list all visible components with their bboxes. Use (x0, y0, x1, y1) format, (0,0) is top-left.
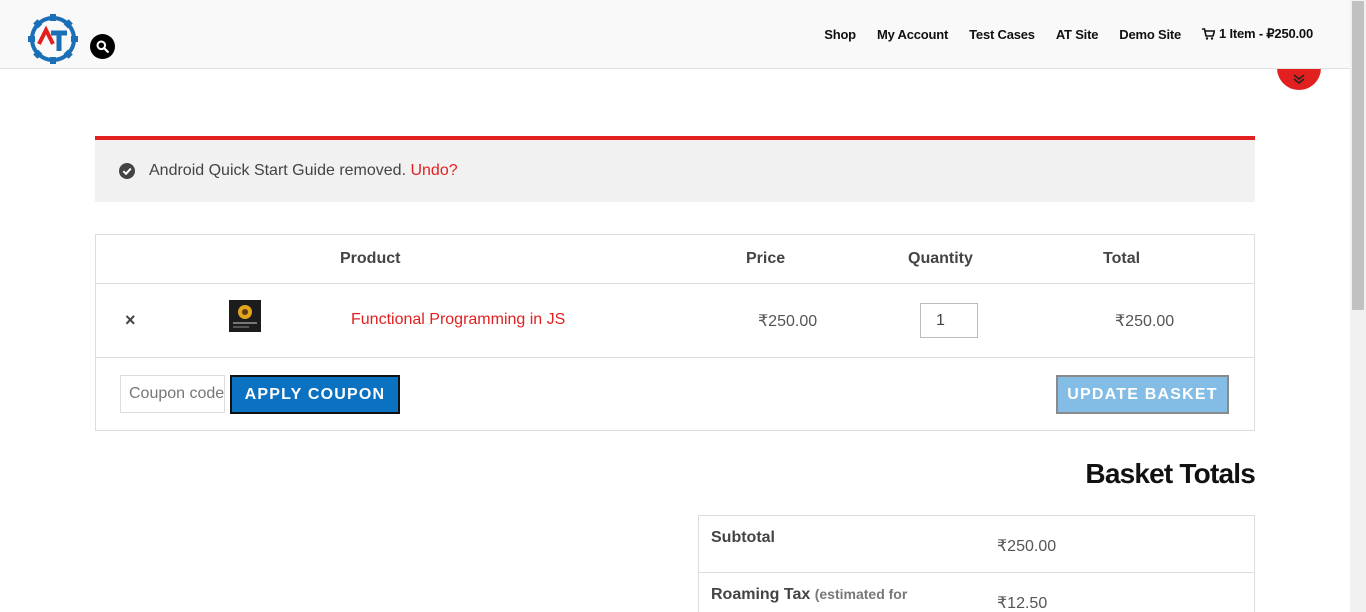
roaming-tax-label: Roaming Tax (711, 586, 811, 603)
search-icon (96, 40, 109, 53)
basket-totals-table: Subtotal ₹250.00 Roaming Tax (estimated … (698, 515, 1255, 612)
nav-my-account[interactable]: My Account (877, 27, 948, 42)
main-nav: Shop My Account Test Cases AT Site Demo … (824, 26, 1313, 42)
search-button[interactable] (90, 34, 115, 59)
product-thumbnail[interactable] (229, 300, 261, 332)
update-basket-button[interactable]: UPDATE BASKET (1056, 375, 1229, 414)
header-total: Total (1103, 250, 1141, 267)
item-price: ₹250.00 (758, 313, 818, 330)
cart-table: Product Price Quantity Total × Functiona… (95, 234, 1255, 431)
subtotal-row: Subtotal ₹250.00 (699, 516, 1254, 573)
roaming-tax-note: (estimated for (814, 586, 908, 602)
coupon-code-input[interactable] (120, 375, 225, 413)
subtotal-value: ₹250.00 (997, 538, 1057, 555)
check-circle-icon (119, 163, 135, 179)
sunflower-image (229, 300, 261, 332)
cart-summary: 1 Item - ₽250.00 (1219, 26, 1313, 41)
site-logo[interactable] (27, 13, 79, 65)
product-name-link[interactable]: Functional Programming in JS (351, 311, 565, 329)
header-price: Price (746, 250, 786, 267)
notice-message: Android Quick Start Guide removed. (149, 162, 407, 179)
removed-notice: Android Quick Start Guide removed. Undo? (95, 136, 1255, 202)
nav-shop[interactable]: Shop (824, 27, 856, 42)
header-product: Product (340, 250, 401, 267)
remove-item-button[interactable]: × (125, 311, 136, 329)
page-scrollbar[interactable] (1350, 0, 1366, 612)
nav-cart[interactable]: 1 Item - ₽250.00 (1202, 26, 1313, 42)
cart-table-header: Product Price Quantity Total (96, 235, 1254, 284)
cart-icon (1202, 28, 1216, 40)
cart-item-row: × Functional Programming in JS ₹250.00 ₹… (96, 284, 1254, 358)
basket-totals-title: Basket Totals (1085, 458, 1255, 489)
header-quantity: Quantity (908, 250, 973, 267)
subtotal-label: Subtotal (711, 529, 775, 546)
nav-demo-site[interactable]: Demo Site (1119, 27, 1181, 42)
roaming-tax-value: ₹12.50 (997, 595, 1048, 612)
roaming-tax-row: Roaming Tax (estimated for ₹12.50 (699, 573, 1254, 612)
item-total: ₹250.00 (1115, 313, 1175, 330)
scrollbar-thumb[interactable] (1352, 1, 1364, 310)
nav-at-site[interactable]: AT Site (1056, 27, 1099, 42)
site-header: Shop My Account Test Cases AT Site Demo … (0, 0, 1350, 69)
undo-link[interactable]: Undo? (410, 162, 457, 179)
double-chevron-down-icon (1293, 74, 1305, 84)
quantity-input[interactable] (920, 303, 978, 338)
nav-test-cases[interactable]: Test Cases (969, 27, 1035, 42)
apply-coupon-button[interactable]: APPLY COUPON (230, 375, 400, 414)
